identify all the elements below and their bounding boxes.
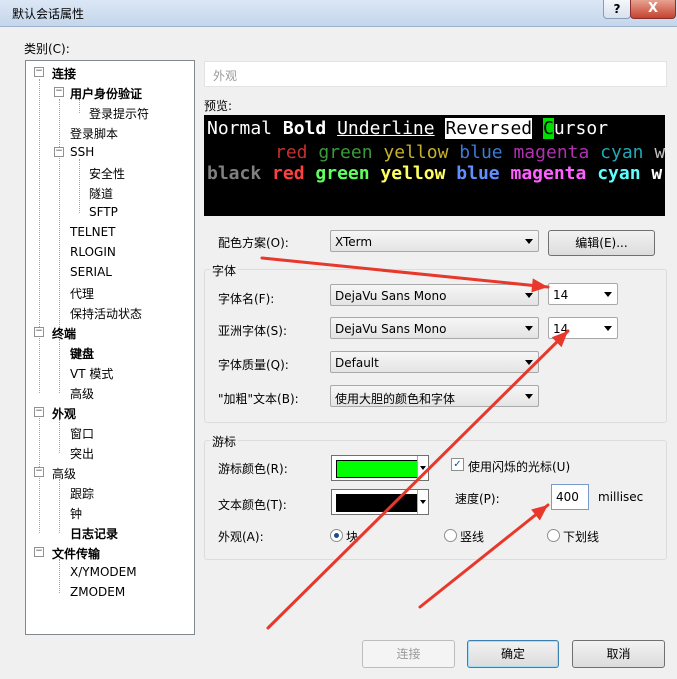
annotation-arrow-line: [418, 503, 550, 609]
annotation-arrow-line: [260, 256, 550, 289]
annotation-arrows: [260, 256, 570, 630]
annotation-arrow-line: [266, 329, 570, 630]
